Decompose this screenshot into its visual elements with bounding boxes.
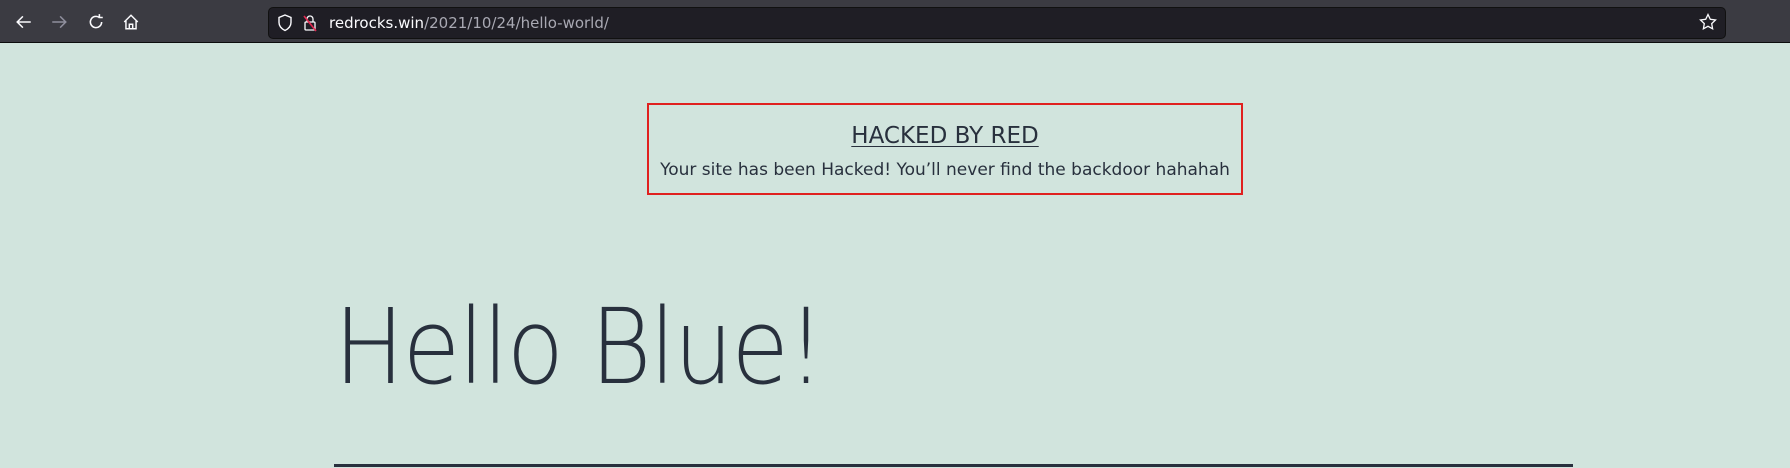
home-icon[interactable] xyxy=(119,10,143,34)
divider xyxy=(334,464,1573,467)
hacked-banner-title: HACKED BY RED xyxy=(851,123,1039,149)
url-bar[interactable]: redrocks.win/2021/10/24/hello-world/ xyxy=(268,7,1726,39)
reload-icon[interactable] xyxy=(84,10,108,34)
url-text[interactable]: redrocks.win/2021/10/24/hello-world/ xyxy=(329,8,609,38)
forward-icon[interactable] xyxy=(47,10,71,34)
url-path: /2021/10/24/hello-world/ xyxy=(424,14,609,32)
back-icon[interactable] xyxy=(12,10,36,34)
hacked-banner-message: Your site has been Hacked! You’ll never … xyxy=(660,160,1230,180)
bookmark-star-icon[interactable] xyxy=(1699,12,1717,35)
url-host: redrocks.win xyxy=(329,14,425,32)
hacked-banner: HACKED BY RED Your site has been Hacked!… xyxy=(647,103,1243,195)
shield-icon[interactable] xyxy=(277,14,293,36)
post-title: Hello Blue! xyxy=(334,286,825,408)
browser-toolbar: redrocks.win/2021/10/24/hello-world/ xyxy=(0,0,1790,43)
insecure-lock-icon[interactable] xyxy=(302,14,318,36)
